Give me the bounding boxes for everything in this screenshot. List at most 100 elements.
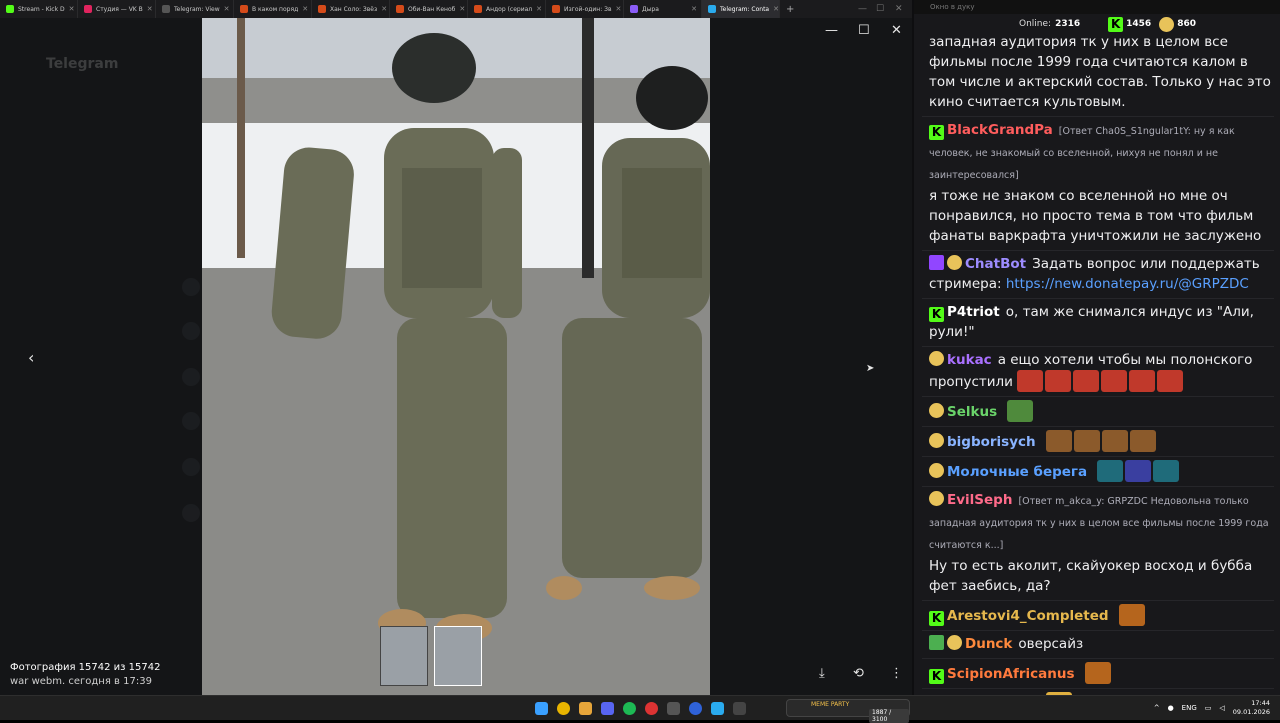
- tab-close-icon[interactable]: ✕: [69, 5, 75, 13]
- tab-favicon-icon: [318, 5, 326, 13]
- photo-caption: Фотография 15742 из 15742 war webm. сего…: [10, 661, 160, 689]
- chat-message: ScipionAfricanus: [922, 659, 1274, 689]
- online-count: 2316: [1055, 19, 1081, 29]
- tab-close-icon[interactable]: ✕: [616, 5, 622, 13]
- chrome-icon[interactable]: [557, 702, 570, 715]
- browser-tab[interactable]: Stream - Kick D ✕: [0, 0, 78, 18]
- chat-username[interactable]: EvilSeph: [947, 492, 1012, 508]
- tab-favicon-icon: [396, 5, 404, 13]
- chat-message: P4triotо, там же снимался индус из "Али,…: [922, 299, 1274, 347]
- chat-username[interactable]: Dunck: [965, 636, 1012, 652]
- media-player-icon[interactable]: [689, 702, 702, 715]
- telegram-icon[interactable]: [711, 702, 724, 715]
- chat-link[interactable]: https://new.donatepay.ru/@GRPZDC: [1006, 276, 1249, 292]
- browser-tab[interactable]: Telegram: Conta ✕: [702, 0, 780, 18]
- tab-favicon-icon: [708, 5, 716, 13]
- download-icon[interactable]: ⤓: [819, 666, 825, 681]
- emote-icon: [1073, 430, 1100, 452]
- rotate-icon[interactable]: ⟲: [853, 666, 864, 681]
- tab-close-icon[interactable]: ✕: [536, 5, 542, 13]
- thumbnail[interactable]: [434, 626, 482, 686]
- telegram-logo-text: Telegram: [46, 56, 119, 72]
- chat-username[interactable]: BlackGrandPa: [947, 122, 1053, 138]
- emote-icon: [1017, 370, 1044, 392]
- new-tab-button[interactable]: +: [780, 4, 800, 15]
- chat-message: Dunck оверсайз: [922, 631, 1274, 659]
- more-menu-icon[interactable]: ⋮: [890, 666, 903, 681]
- browser-tab[interactable]: Андор (сериал ✕: [468, 0, 546, 18]
- volume-icon[interactable]: ◁: [1219, 704, 1224, 712]
- frog-badge-icon: [929, 351, 944, 366]
- tab-close-icon[interactable]: ✕: [224, 5, 230, 13]
- maximize-button[interactable]: ☐: [876, 0, 884, 18]
- chat-username[interactable]: P4triot: [947, 304, 1000, 320]
- chat-username[interactable]: Arestovi4_Completed: [947, 608, 1109, 624]
- emote-icon: [1007, 400, 1034, 422]
- browser-tab-label: Stream - Kick D: [18, 5, 65, 13]
- chevron-up-icon[interactable]: ^: [1154, 704, 1160, 712]
- prev-photo-button[interactable]: ‹: [28, 348, 34, 367]
- emote-icon: [1045, 370, 1072, 392]
- thumbnail[interactable]: [380, 626, 428, 686]
- kick-badge-icon: [929, 307, 944, 322]
- emote-icon: [1045, 430, 1072, 452]
- window-close-button[interactable]: ✕: [895, 0, 903, 18]
- chat-message: Arestovi4_Completed: [922, 601, 1274, 631]
- chat-username[interactable]: bigborisych: [947, 434, 1036, 450]
- browser-tab-label: Хан Соло: Звёз: [330, 5, 378, 13]
- mouse-cursor: ➤: [866, 363, 875, 374]
- browser-tab[interactable]: Изгой-один: Зв ✕: [546, 0, 624, 18]
- clock[interactable]: 17:44 09.01.2026: [1233, 699, 1270, 717]
- browser-tab[interactable]: Хан Соло: Звёз ✕: [312, 0, 390, 18]
- frog-badge-icon: [947, 635, 962, 650]
- network-icon[interactable]: ▭: [1205, 704, 1212, 712]
- tab-close-icon[interactable]: ✕: [459, 5, 465, 13]
- browser-tab[interactable]: Оби-Ван Кеноб ✕: [390, 0, 468, 18]
- tab-favicon-icon: [630, 5, 638, 13]
- browser-tab[interactable]: Студия — VK В ✕: [78, 0, 156, 18]
- minimize-button[interactable]: —: [858, 0, 867, 18]
- app-icon[interactable]: [733, 702, 746, 715]
- browser-tab[interactable]: В каком поряд ✕: [234, 0, 312, 18]
- tab-favicon-icon: [552, 5, 560, 13]
- chat-username[interactable]: ChatBot: [965, 256, 1026, 272]
- emote-icon: [1073, 370, 1100, 392]
- viewer-minimize-button[interactable]: —: [825, 23, 838, 38]
- chat-username[interactable]: Selkus: [947, 404, 997, 420]
- browser-tab-strip: Stream - Kick D ✕ Студия — VK В ✕ Telegram: …: [0, 0, 912, 18]
- tab-favicon-icon: [474, 5, 482, 13]
- clock-time: 17:44: [1251, 699, 1270, 707]
- taskbar: MEME PARTY 1887 / 3100 ^ ● ENG ▭ ◁ 17:44…: [0, 695, 1280, 723]
- tab-close-icon[interactable]: ✕: [381, 5, 387, 13]
- start-icon[interactable]: [535, 702, 548, 715]
- chat-username[interactable]: kukac: [947, 352, 992, 368]
- app-icon[interactable]: [667, 702, 680, 715]
- microphone-icon[interactable]: ●: [1168, 704, 1174, 712]
- browser-tab[interactable]: Дыра ✕: [624, 0, 702, 18]
- telegram-media-viewer: Telegram ‹ — ☐ ✕ Фотография 15742 из 157…: [0, 18, 912, 695]
- chat-username[interactable]: ScipionAfricanus: [947, 666, 1075, 682]
- explorer-icon[interactable]: [579, 702, 592, 715]
- viewer-maximize-button[interactable]: ☐: [858, 23, 870, 38]
- chat-username[interactable]: Молочные берега: [947, 464, 1087, 480]
- browser-tab-label: Telegram: View: [174, 5, 220, 13]
- discord-icon[interactable]: [601, 702, 614, 715]
- chat-message: kukac а ещо хотели чтобы мы полонского пр…: [922, 347, 1274, 397]
- browser-tab[interactable]: Telegram: View ✕: [156, 0, 234, 18]
- tab-close-icon[interactable]: ✕: [773, 5, 779, 13]
- chat-message: ChatBot Задать вопрос или поддержать стри…: [922, 251, 1274, 299]
- language-indicator[interactable]: ENG: [1182, 704, 1197, 712]
- meme-party-widget[interactable]: MEME PARTY 1887 / 3100: [786, 699, 910, 723]
- avatar: [182, 504, 200, 522]
- viewer-close-button[interactable]: ✕: [891, 23, 902, 38]
- tab-close-icon[interactable]: ✕: [147, 5, 153, 13]
- chat-message-text: оверсайз: [1018, 636, 1084, 652]
- emote-icon: [1125, 460, 1152, 482]
- tab-close-icon[interactable]: ✕: [302, 5, 308, 13]
- app-icon[interactable]: [645, 702, 658, 715]
- clock-date: 09.01.2026: [1232, 708, 1270, 716]
- browser-tab-label: Telegram: Conta: [720, 5, 770, 13]
- system-tray: ^ ● ENG ▭ ◁ 17:44 09.01.2026: [1154, 699, 1270, 717]
- spotify-icon[interactable]: [623, 702, 636, 715]
- tab-close-icon[interactable]: ✕: [691, 5, 697, 13]
